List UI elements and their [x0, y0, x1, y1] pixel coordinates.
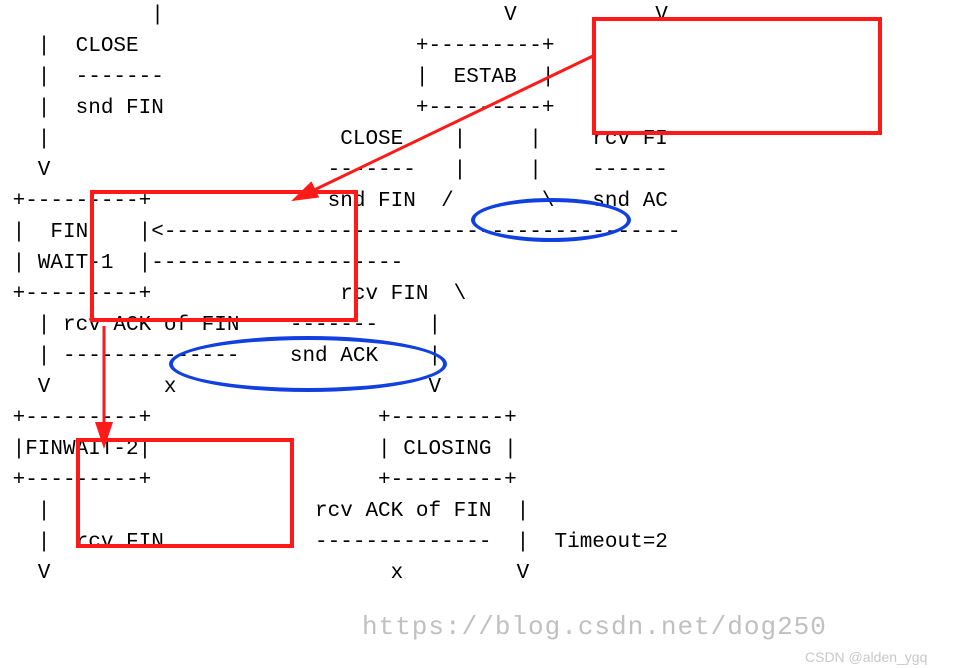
finwait1-state-box	[90, 190, 358, 322]
finwait2-state-box	[76, 438, 294, 548]
watermark-url: https://blog.csdn.net/dog250	[362, 614, 827, 640]
snd-fin-highlight	[471, 198, 631, 242]
estab-state-box	[592, 17, 882, 135]
watermark-credit: CSDN @alden_ygq	[805, 650, 927, 664]
rcv-ack-of-fin-highlight	[169, 336, 447, 392]
